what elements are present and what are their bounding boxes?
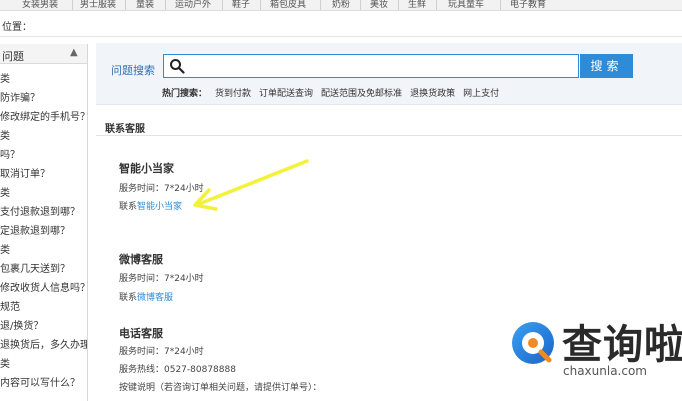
- search-button[interactable]: 搜索: [580, 54, 633, 78]
- top-nav-divider: [436, 0, 437, 10]
- hot-searches-label: 热门搜索：: [162, 89, 208, 99]
- service-contact-line: 联系智能小当家: [119, 199, 182, 212]
- service-hotline: 服务热线：0527-80878888: [119, 365, 236, 375]
- watermark-logo-icon: [512, 322, 554, 364]
- search-input[interactable]: [190, 57, 570, 75]
- chevron-up-icon[interactable]: ▲: [70, 47, 78, 58]
- sidebar-item[interactable]: 吗？: [0, 146, 20, 161]
- faq-sidebar: 问题 ▲ 类 防诈骗？ 修改绑定的手机号？ 类 吗？ 取消订单？ 类 支付退款退…: [0, 44, 88, 401]
- hot-search-link[interactable]: 网上支付: [463, 89, 499, 99]
- service-title: 电话客服: [119, 327, 163, 340]
- sidebar-item[interactable]: 支付退款退到哪？: [0, 203, 80, 218]
- top-nav-item[interactable]: 生鲜: [408, 0, 426, 10]
- service-title: 智能小当家: [119, 162, 174, 175]
- hot-search-link[interactable]: 退换货政策: [410, 89, 455, 99]
- sidebar-item[interactable]: 修改绑定的手机号？: [0, 108, 87, 123]
- sidebar-header-label: 问题: [2, 50, 24, 63]
- service-contact-line: 联系微博客服: [119, 290, 173, 303]
- top-nav-divider: [398, 0, 399, 10]
- service-title: 微博客服: [119, 253, 163, 266]
- contact-prefix: 联系: [119, 202, 138, 212]
- top-nav-divider: [320, 0, 321, 10]
- sidebar-item[interactable]: 类: [0, 70, 10, 85]
- hot-search-link[interactable]: 货到付款: [215, 89, 251, 99]
- sidebar-item[interactable]: 内容可以写什么？: [0, 374, 80, 389]
- hot-search-link[interactable]: 配送范围及免邮标准: [321, 89, 402, 99]
- location-label: 位置：: [2, 22, 32, 33]
- sidebar-item[interactable]: 包裹几天送到？: [0, 260, 70, 275]
- sidebar-item[interactable]: 定退款退到哪？: [0, 222, 70, 237]
- sidebar-item[interactable]: 退/换货？: [0, 317, 43, 332]
- section-title: 联系客服: [105, 124, 145, 135]
- search-box[interactable]: [163, 54, 579, 78]
- sidebar-item[interactable]: 防诈骗？: [0, 89, 40, 104]
- top-nav-item[interactable]: 运动户外: [175, 0, 211, 10]
- top-nav-divider: [125, 0, 126, 10]
- top-nav-divider: [165, 0, 166, 10]
- service-note: 按键说明（若咨询订单相关问题，请提供订单号）：: [119, 383, 322, 393]
- sidebar-item[interactable]: 规范: [0, 298, 20, 313]
- top-nav-divider: [500, 0, 501, 10]
- contact-prefix: 联系: [119, 293, 138, 303]
- top-nav-item[interactable]: 奶粉: [332, 0, 350, 10]
- watermark-text: 查询啦: [562, 321, 682, 368]
- service-time: 服务时间：7*24小时: [119, 347, 204, 357]
- top-nav-item[interactable]: 童装: [136, 0, 154, 10]
- smart-assistant-link[interactable]: 智能小当家: [137, 202, 182, 212]
- weibo-service-link[interactable]: 微博客服: [137, 293, 173, 303]
- sidebar-item[interactable]: 修改收货人信息吗？: [0, 279, 87, 294]
- sidebar-item[interactable]: 取消订单？: [0, 165, 50, 180]
- top-nav-item[interactable]: 美妆: [370, 0, 388, 10]
- sidebar-item[interactable]: 类: [0, 241, 10, 256]
- hot-search-link[interactable]: 订单配送查询: [259, 89, 313, 99]
- top-nav-divider: [222, 0, 223, 10]
- top-nav-item[interactable]: 电子教育: [510, 0, 546, 10]
- yellow-arrow-annotation: [193, 159, 309, 211]
- divider: [0, 36, 682, 37]
- search-icon: [170, 59, 185, 74]
- sidebar-item[interactable]: 类: [0, 355, 10, 370]
- top-nav-item[interactable]: 箱包皮具: [270, 0, 306, 10]
- top-nav: 女装男装 男士服装 童装 运动户外 鞋子 箱包皮具 奶粉 美妆 生鲜 玩具童车 …: [0, 0, 682, 11]
- top-nav-item[interactable]: 女装男装: [22, 0, 58, 10]
- sidebar-item[interactable]: 类: [0, 184, 10, 199]
- top-nav-item[interactable]: 玩具童车: [448, 0, 484, 10]
- search-panel: 问题搜索 搜索 热门搜索： 货到付款 订单配送查询 配送范围及免邮标准 退换货政策 网上支…: [96, 43, 682, 105]
- hot-searches: 热门搜索： 货到付款 订单配送查询 配送范围及免邮标准 退换货政策 网上支付: [162, 86, 499, 99]
- sidebar-item[interactable]: 类: [0, 127, 10, 142]
- top-nav-divider: [260, 0, 261, 10]
- service-time: 服务时间：7*24小时: [119, 274, 204, 284]
- contact-section-header: 联系客服: [96, 116, 682, 136]
- top-nav-divider: [360, 0, 361, 10]
- watermark-domain: chaxunla.com: [563, 364, 647, 378]
- sidebar-item[interactable]: 退换货后，多久办理？: [0, 336, 87, 351]
- top-nav-item[interactable]: 男士服装: [80, 0, 116, 10]
- search-label: 问题搜索: [111, 64, 155, 77]
- top-nav-item[interactable]: 鞋子: [232, 0, 250, 10]
- top-nav-divider: [72, 0, 73, 10]
- sidebar-header[interactable]: 问题 ▲: [0, 44, 87, 64]
